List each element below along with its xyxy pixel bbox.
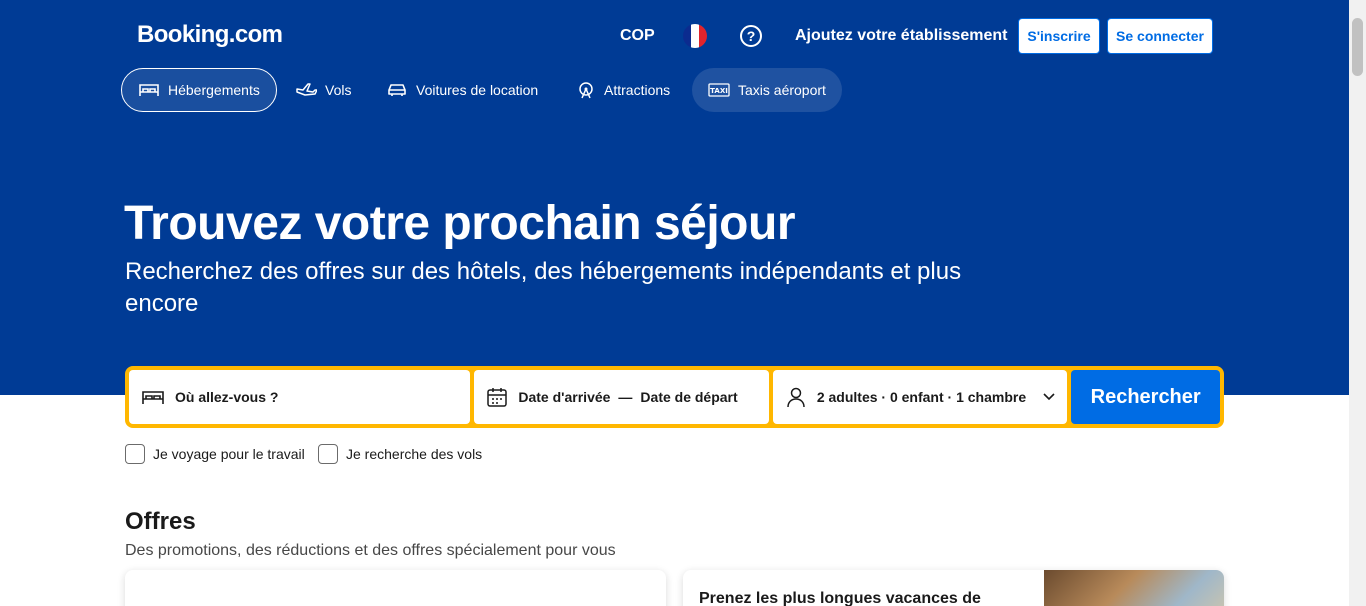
dates-field[interactable]: Date d'arrivée — Date de départ bbox=[474, 370, 769, 424]
attractions-icon bbox=[579, 82, 593, 99]
scrollbar-thumb[interactable] bbox=[1352, 18, 1363, 76]
tab-flights[interactable]: Vols bbox=[279, 68, 367, 112]
tab-attractions[interactable]: Attractions bbox=[560, 68, 686, 112]
offer-card[interactable]: Prenez les plus longues vacances de bbox=[683, 570, 1224, 606]
checkbox-box[interactable] bbox=[318, 444, 338, 464]
page-title: Trouvez votre prochain séjour bbox=[124, 197, 796, 250]
car-icon bbox=[388, 84, 406, 96]
offer-card-title: Prenez les plus longues vacances de bbox=[699, 590, 981, 606]
taxi-icon: TAXI bbox=[708, 83, 730, 97]
offers-heading: Offres bbox=[125, 508, 196, 535]
checkbox-box[interactable] bbox=[125, 444, 145, 464]
destination-field[interactable] bbox=[129, 370, 471, 424]
person-icon bbox=[787, 387, 805, 408]
booking-logo[interactable]: Booking.com bbox=[137, 21, 283, 49]
bed-icon bbox=[139, 84, 159, 96]
offers-subheading: Des promotions, des réductions et des of… bbox=[125, 542, 616, 559]
add-property-link[interactable]: Ajoutez votre établissement bbox=[795, 27, 1008, 45]
search-button[interactable]: Rechercher bbox=[1071, 370, 1221, 424]
question-icon[interactable]: ? bbox=[740, 25, 762, 47]
signin-button[interactable]: Se connecter bbox=[1107, 18, 1213, 54]
checkbox-label: Je recherche des vols bbox=[346, 446, 483, 462]
flights-checkbox[interactable]: Je recherche des vols bbox=[318, 444, 482, 464]
tab-car-rental[interactable]: Voitures de location bbox=[370, 68, 554, 112]
tab-airport-taxis[interactable]: TAXI Taxis aéroport bbox=[692, 68, 842, 112]
destination-input[interactable] bbox=[175, 389, 435, 405]
search-bar: Date d'arrivée — Date de départ 2 adulte… bbox=[125, 366, 1224, 428]
tab-label: Attractions bbox=[604, 82, 671, 98]
tab-label: Hébergements bbox=[168, 82, 260, 98]
offer-card-image bbox=[1044, 570, 1224, 606]
checkout-date[interactable]: Date de départ bbox=[640, 389, 737, 405]
svg-text:TAXI: TAXI bbox=[710, 87, 728, 95]
occupancy-field[interactable]: 2 adultes · 0 enfant · 1 chambre bbox=[772, 370, 1068, 424]
occupancy-summary: 2 adultes · 0 enfant · 1 chambre bbox=[816, 389, 1027, 405]
page-scrollbar[interactable] bbox=[1349, 0, 1366, 606]
checkbox-label: Je voyage pour le travail bbox=[153, 446, 305, 462]
currency-selector[interactable]: COP bbox=[620, 27, 655, 45]
bed-icon bbox=[142, 391, 164, 404]
france-flag-icon[interactable] bbox=[683, 24, 707, 48]
offer-card[interactable] bbox=[125, 570, 666, 606]
checkin-date[interactable]: Date d'arrivée bbox=[518, 389, 610, 405]
tab-accommodations[interactable]: Hébergements bbox=[121, 68, 277, 112]
plane-icon bbox=[296, 83, 317, 96]
tab-label: Voitures de location bbox=[416, 82, 539, 98]
tab-label: Taxis aéroport bbox=[738, 82, 826, 98]
chevron-down-icon bbox=[1043, 393, 1055, 401]
calendar-icon bbox=[487, 388, 508, 407]
page-subtitle: Recherchez des offres sur des hôtels, de… bbox=[125, 258, 962, 317]
tab-label: Vols bbox=[325, 82, 352, 98]
signup-button[interactable]: S'inscrire bbox=[1018, 18, 1100, 54]
business-travel-checkbox[interactable]: Je voyage pour le travail bbox=[125, 444, 305, 464]
date-separator: — bbox=[618, 389, 633, 405]
